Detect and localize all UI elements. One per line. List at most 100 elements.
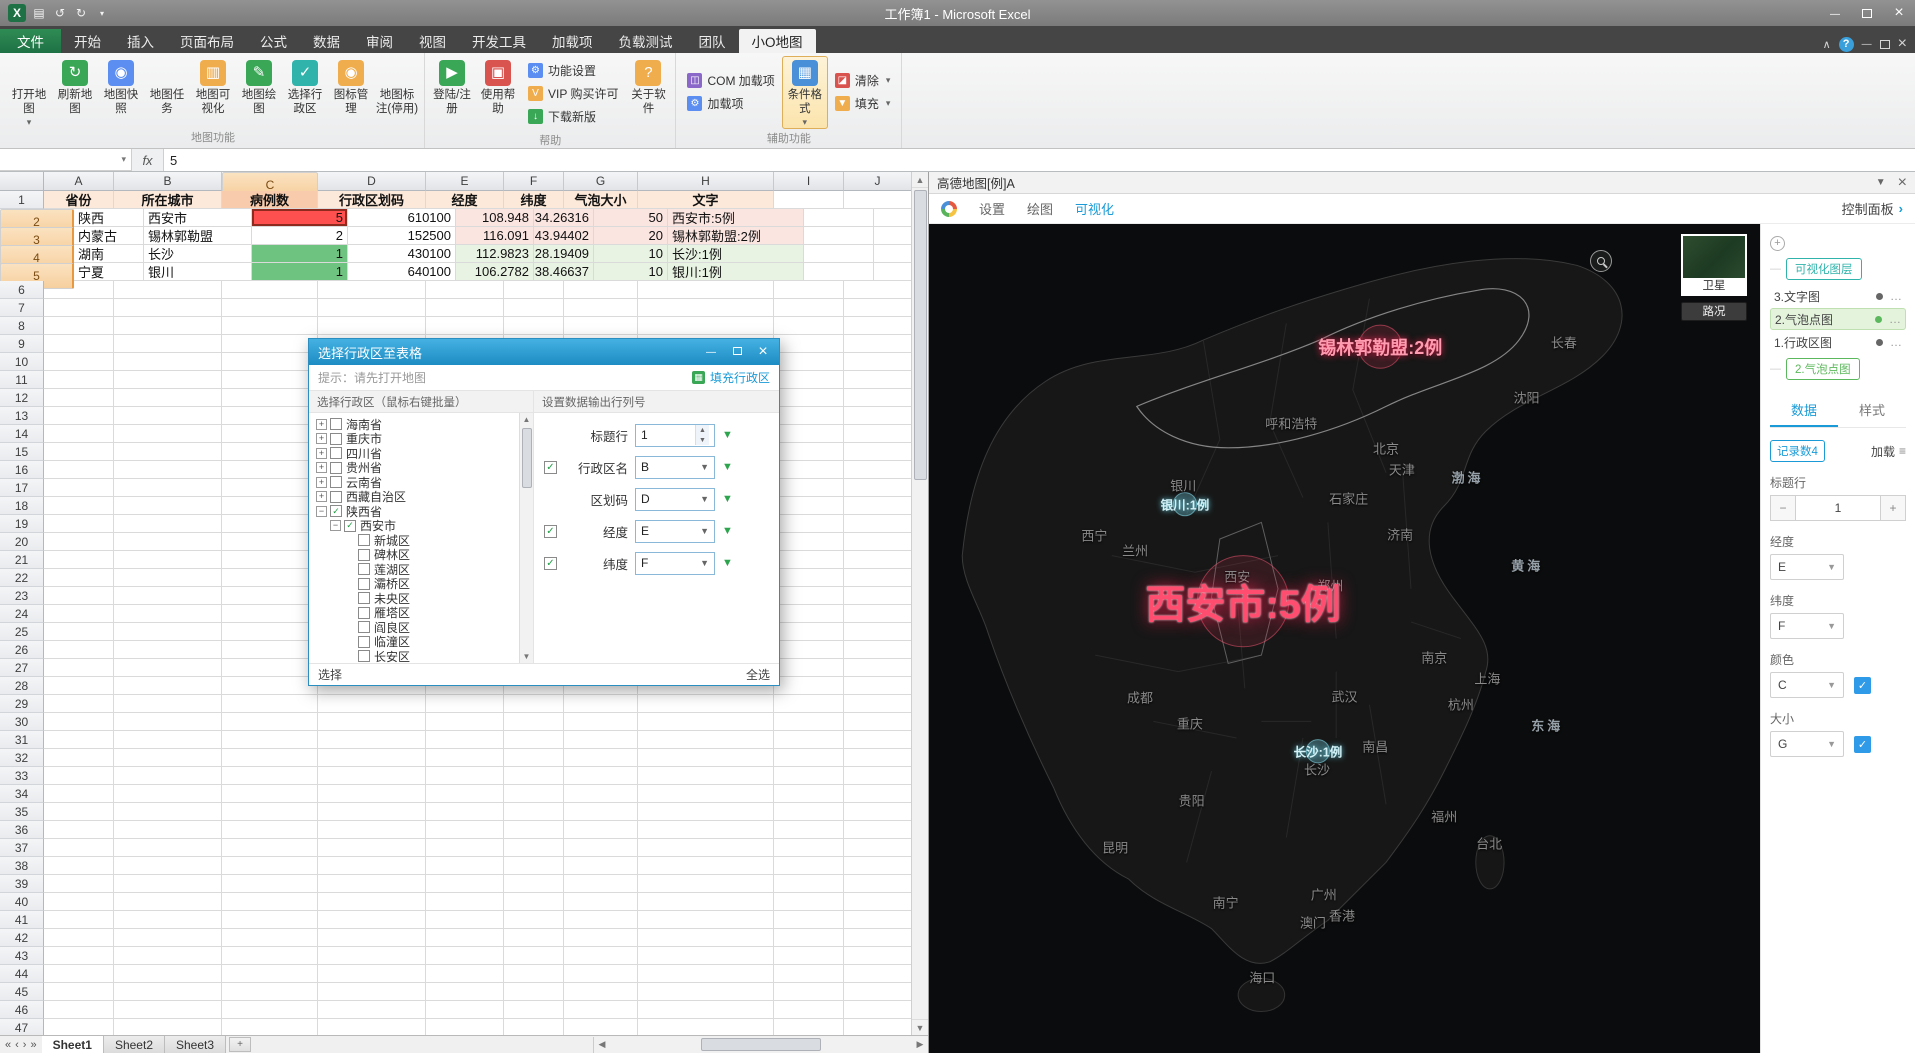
tree-checkbox[interactable] — [358, 548, 370, 561]
cell[interactable] — [504, 821, 564, 839]
ribbon-tab[interactable]: 团队 — [686, 29, 739, 53]
row-header[interactable]: 25 — [0, 623, 44, 641]
tree-item[interactable]: 阎良区 — [316, 620, 517, 635]
cell[interactable] — [426, 695, 504, 713]
panel-collapse-icon[interactable]: ▼ — [1876, 177, 1886, 188]
cell[interactable] — [426, 299, 504, 317]
cell[interactable] — [426, 911, 504, 929]
tree-item[interactable]: − ✓ 陕西省 — [316, 504, 517, 519]
row-header[interactable]: 1 — [0, 191, 44, 209]
cell[interactable] — [222, 857, 318, 875]
cell[interactable]: 43.94402 — [534, 227, 594, 245]
cell[interactable] — [774, 803, 844, 821]
cell[interactable] — [638, 695, 774, 713]
cell[interactable] — [638, 857, 774, 875]
cell[interactable] — [774, 857, 844, 875]
select-all-button[interactable]: 全选 — [746, 666, 770, 683]
cell[interactable] — [318, 821, 426, 839]
cell[interactable]: 陕西 — [74, 209, 144, 227]
row-header[interactable]: 12 — [0, 389, 44, 407]
cell[interactable] — [426, 749, 504, 767]
cell[interactable]: 640100 — [348, 263, 456, 281]
cell[interactable] — [844, 353, 911, 371]
cell[interactable] — [44, 461, 114, 479]
cell[interactable] — [504, 1019, 564, 1035]
cell[interactable] — [318, 857, 426, 875]
cell[interactable] — [844, 749, 911, 767]
prev-sheet-icon[interactable]: ‹ — [15, 1039, 19, 1051]
horizontal-scroll-thumb[interactable] — [700, 1037, 821, 1051]
cell[interactable] — [504, 875, 564, 893]
ribbon-button-small[interactable]: V VIP 购买许可 — [528, 85, 618, 102]
tree-item[interactable]: − ✓ 西安市 — [316, 519, 517, 533]
cell[interactable] — [844, 911, 911, 929]
workbook-restore-icon[interactable] — [1879, 39, 1890, 49]
cell[interactable] — [114, 515, 222, 533]
cell[interactable] — [774, 569, 844, 587]
column-picker-icon[interactable]: ▼ — [722, 525, 733, 537]
tree-scroll-thumb[interactable] — [521, 428, 532, 488]
cell[interactable] — [44, 731, 114, 749]
tree-item[interactable]: 未央区 — [316, 591, 517, 606]
cell[interactable] — [774, 875, 844, 893]
tree-expander-icon[interactable]: + — [316, 418, 327, 430]
cell[interactable] — [844, 929, 911, 947]
cell[interactable] — [774, 767, 844, 785]
cell[interactable] — [114, 605, 222, 623]
cell[interactable] — [564, 965, 638, 983]
sidebar-tab[interactable]: 数据 — [1770, 394, 1838, 427]
cell[interactable] — [114, 389, 222, 407]
cell[interactable] — [504, 695, 564, 713]
ribbon-button[interactable]: ◉ 地图快照 — [98, 56, 144, 116]
ribbon-button[interactable]: ? 关于软件 — [625, 56, 671, 116]
cell[interactable] — [222, 785, 318, 803]
cell[interactable] — [222, 389, 318, 407]
cell[interactable] — [774, 695, 844, 713]
ribbon-button-small[interactable]: ▼ 填充 ▾ — [834, 95, 890, 112]
vertical-scrollbar[interactable]: ▲ ▼ — [911, 172, 928, 1035]
cell[interactable] — [426, 839, 504, 857]
tree-scroll-down-icon[interactable]: ▼ — [523, 650, 531, 663]
tree-item[interactable]: 雁塔区 — [316, 606, 517, 620]
cell[interactable] — [504, 785, 564, 803]
cell[interactable] — [564, 1019, 638, 1035]
tree-item[interactable]: 莲湖区 — [316, 562, 517, 577]
layer-visibility-icon[interactable] — [1875, 315, 1882, 323]
cell[interactable] — [844, 641, 911, 659]
cell[interactable] — [874, 245, 911, 263]
title-row-spinner[interactable]: 1 ▲ ▼ — [635, 423, 715, 447]
cell[interactable]: 内蒙古 — [74, 227, 144, 245]
fill-district-link[interactable]: 填充行政区 — [691, 369, 770, 386]
cell[interactable] — [844, 983, 911, 1001]
ribbon-button[interactable]: ▦ 条件格式 ▾ — [781, 56, 828, 129]
cell[interactable] — [638, 875, 774, 893]
cell[interactable] — [114, 713, 222, 731]
column-picker-icon[interactable]: ▼ — [722, 493, 733, 505]
cell[interactable] — [504, 983, 564, 1001]
cell[interactable] — [114, 551, 222, 569]
cell[interactable] — [844, 371, 911, 389]
cell[interactable] — [564, 875, 638, 893]
cell[interactable] — [318, 731, 426, 749]
scroll-up-icon[interactable]: ▲ — [911, 172, 928, 188]
sheet-tab[interactable]: Sheet3 — [165, 1036, 227, 1053]
cell[interactable] — [44, 929, 114, 947]
cell[interactable] — [44, 857, 114, 875]
cell[interactable] — [114, 911, 222, 929]
cell[interactable] — [504, 317, 564, 335]
column-combo[interactable]: B ▼ — [635, 455, 715, 479]
cell[interactable]: 锡林郭勒盟 — [144, 227, 252, 245]
cell[interactable] — [44, 299, 114, 317]
cell[interactable] — [114, 425, 222, 443]
ribbon-tab[interactable]: 插入 — [114, 29, 167, 53]
cell[interactable]: 10 — [594, 263, 668, 281]
ribbon-button[interactable]: ◉ 图标管理 — [328, 56, 374, 116]
cell[interactable] — [44, 281, 114, 299]
cell[interactable] — [44, 713, 114, 731]
cell[interactable] — [504, 731, 564, 749]
cell[interactable]: 50 — [594, 209, 668, 227]
cell[interactable] — [426, 803, 504, 821]
cell[interactable] — [114, 695, 222, 713]
经度-select[interactable]: E ▼ — [1770, 554, 1844, 580]
cell[interactable] — [804, 263, 874, 281]
